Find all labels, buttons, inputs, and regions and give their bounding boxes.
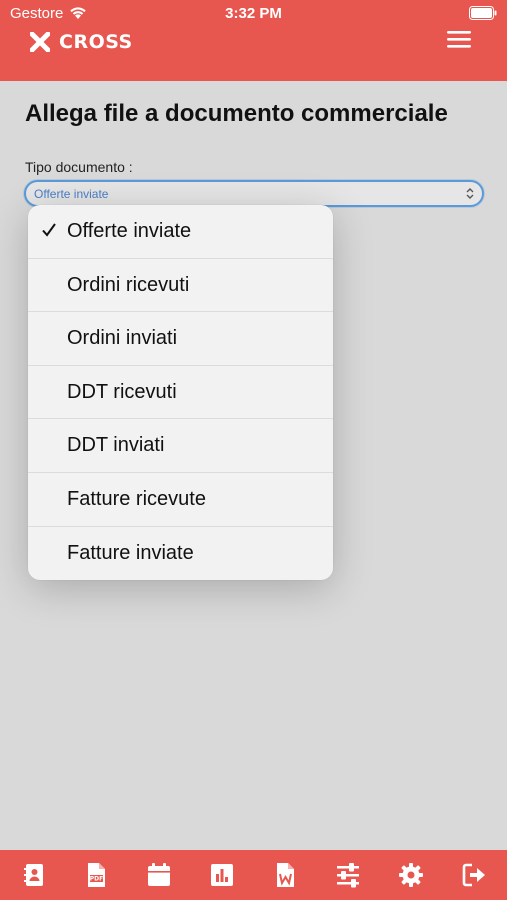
x-logo-icon — [30, 32, 50, 52]
word-file-icon — [277, 863, 294, 887]
status-bar: Gestore 3:32 PM — [0, 0, 507, 28]
svg-text:PDF: PDF — [90, 876, 103, 883]
calendar-button[interactable] — [146, 862, 172, 888]
settings-button[interactable] — [398, 862, 424, 888]
select-value: Offerte inviate — [34, 187, 109, 201]
dropdown-option[interactable]: Ordini ricevuti — [28, 259, 333, 313]
dropdown-option[interactable]: Fatture ricevute — [28, 473, 333, 527]
logout-icon — [462, 863, 485, 887]
gear-icon — [399, 863, 423, 887]
hamburger-menu-icon[interactable] — [447, 29, 471, 49]
checkmark-icon — [42, 223, 56, 237]
document-type-label: Tipo documento : — [25, 159, 133, 175]
option-label: Ordini inviati — [67, 327, 178, 350]
document-type-dropdown: Offerte inviate Ordini ricevuti Ordini i… — [28, 205, 333, 580]
calendar-icon — [148, 863, 170, 886]
pdf-button[interactable]: PDF — [83, 862, 109, 888]
dropdown-option[interactable]: Offerte inviate — [28, 205, 333, 259]
dropdown-option[interactable]: DDT ricevuti — [28, 366, 333, 420]
option-label: Offerte inviate — [67, 220, 192, 242]
battery-icon — [469, 6, 497, 20]
option-label: Fatture ricevute — [67, 487, 206, 510]
option-label: DDT inviati — [67, 434, 165, 457]
bottom-toolbar: PDF — [0, 850, 507, 900]
settings-sliders-icon — [337, 863, 359, 888]
pdf-file-icon: PDF — [88, 863, 105, 887]
dropdown-option[interactable]: Fatture inviate — [28, 527, 333, 580]
dropdown-option[interactable]: Ordini inviati — [28, 312, 333, 366]
statistics-button[interactable] — [209, 862, 235, 888]
clock: 3:32 PM — [225, 5, 282, 22]
app-header: Gestore 3:32 PM CROSS — [0, 0, 507, 81]
contacts-icon — [24, 864, 43, 886]
logo-text: CROSS — [59, 31, 133, 53]
logout-button[interactable] — [461, 862, 487, 888]
document-type-select[interactable]: Offerte inviate — [24, 180, 484, 207]
dropdown-option[interactable]: DDT inviati — [28, 419, 333, 473]
up-down-chevron-icon — [466, 188, 474, 199]
app-logo: CROSS — [30, 30, 133, 54]
page-title: Allega file a documento commerciale — [25, 100, 448, 127]
sliders-button[interactable] — [335, 862, 361, 888]
bar-chart-icon — [211, 864, 233, 886]
screen: Gestore 3:32 PM CROSS Allega file a docu… — [0, 0, 507, 900]
word-document-button[interactable] — [272, 862, 298, 888]
option-label: DDT ricevuti — [67, 380, 177, 403]
contacts-button[interactable] — [21, 862, 47, 888]
option-label: Ordini ricevuti — [67, 273, 190, 296]
option-label: Fatture inviate — [67, 541, 194, 564]
